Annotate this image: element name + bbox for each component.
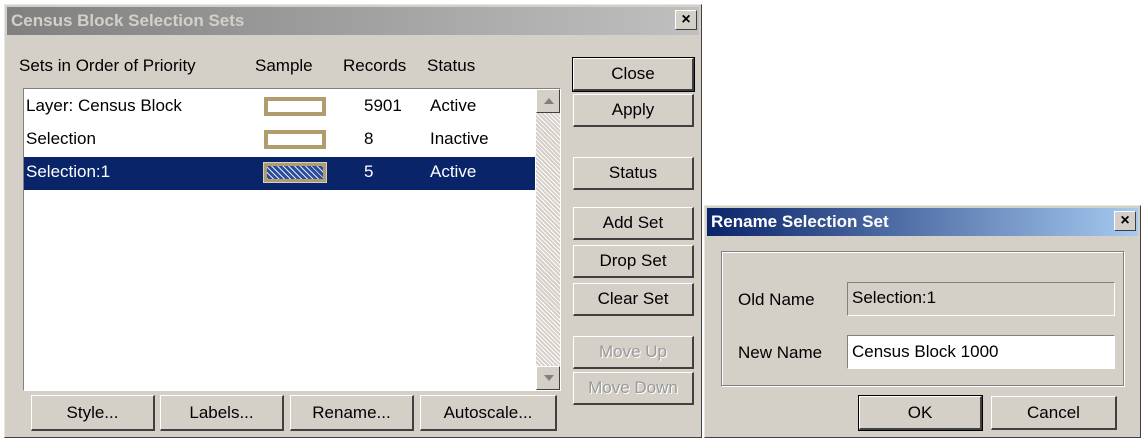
new-name-label: New Name	[738, 343, 823, 362]
list-scrollbar[interactable]	[536, 89, 560, 390]
move-down-button[interactable]: Move Down	[573, 372, 694, 405]
set-status: Active	[430, 96, 477, 115]
list-item-selected[interactable]: Selection:1 5 Active	[24, 157, 535, 190]
list-item[interactable]: Layer: Census Block 5901 Active	[24, 91, 535, 124]
sample-swatch	[264, 130, 326, 149]
clear-set-button[interactable]: Clear Set	[573, 283, 694, 316]
cancel-button[interactable]: Cancel	[991, 396, 1117, 430]
old-name-field: Selection:1	[847, 282, 1115, 316]
sample-swatch	[263, 162, 327, 183]
set-records: 5901	[364, 96, 402, 115]
set-name: Selection	[26, 129, 96, 148]
move-up-button[interactable]: Move Up	[573, 336, 694, 369]
labels-button[interactable]: Labels...	[160, 395, 284, 431]
arrow-down-icon	[544, 375, 554, 381]
close-button[interactable]: Close	[572, 57, 695, 92]
sample-swatch	[264, 97, 326, 116]
selection-sets-dialog: Census Block Selection Sets × Sets in Or…	[4, 4, 702, 438]
status-button[interactable]: Status	[573, 157, 694, 190]
rename-title: Rename Selection Set	[711, 212, 889, 231]
autoscale-button[interactable]: Autoscale...	[420, 395, 557, 431]
set-status: Active	[430, 162, 477, 181]
selection-sets-list[interactable]: Layer: Census Block 5901 Active Selectio…	[23, 88, 561, 391]
close-icon[interactable]: ×	[675, 10, 697, 30]
selection-sets-titlebar[interactable]: Census Block Selection Sets ×	[7, 7, 699, 35]
drop-set-button[interactable]: Drop Set	[573, 245, 694, 278]
add-set-button[interactable]: Add Set	[573, 207, 694, 240]
set-name: Selection:1	[26, 162, 111, 181]
list-item[interactable]: Selection 8 Inactive	[24, 124, 535, 157]
rename-titlebar[interactable]: Rename Selection Set ×	[707, 208, 1138, 236]
new-name-input[interactable]	[847, 335, 1115, 369]
set-name: Layer: Census Block	[26, 96, 182, 115]
scroll-up-button[interactable]	[536, 89, 560, 113]
column-header-sets: Sets in Order of Priority	[19, 56, 196, 75]
scroll-down-button[interactable]	[536, 366, 560, 390]
column-header-sample: Sample	[255, 56, 313, 75]
rename-selection-set-dialog: Rename Selection Set × Old Name Selectio…	[704, 205, 1141, 438]
set-records: 5	[364, 162, 374, 181]
close-icon[interactable]: ×	[1114, 211, 1136, 231]
arrow-up-icon	[544, 98, 554, 104]
ok-button[interactable]: OK	[858, 395, 983, 431]
set-status: Inactive	[430, 129, 489, 148]
selection-sets-title: Census Block Selection Sets	[11, 11, 245, 30]
old-name-label: Old Name	[738, 290, 815, 309]
apply-button[interactable]: Apply	[573, 94, 694, 127]
style-button[interactable]: Style...	[31, 395, 155, 431]
column-header-status: Status	[427, 56, 476, 75]
rename-button[interactable]: Rename...	[290, 395, 414, 431]
column-header-records: Records	[343, 56, 407, 75]
set-records: 8	[364, 129, 374, 148]
